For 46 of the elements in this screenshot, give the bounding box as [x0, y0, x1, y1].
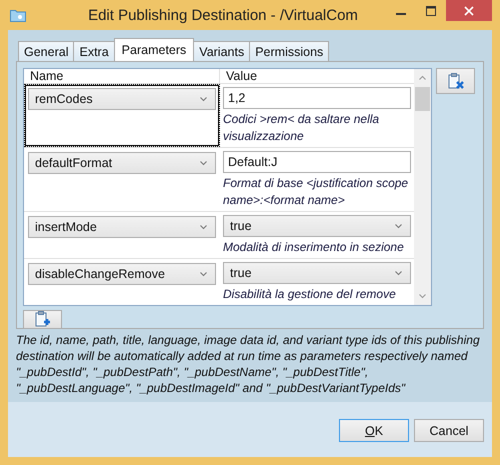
parameters-note: The id, name, path, title, language, image data id, and variant type ids of this publishing destination will be automatically added at run time as parameters respectively named "_pubDestId", "_pubDestPath", "_pubDestName", "_pubDestTitle", "_pubDestLanguage", "_pubDestImageId" and "_pubDestVariantTypeIds" [16, 332, 481, 396]
close-button[interactable] [446, 0, 492, 21]
scroll-up-icon[interactable] [419, 75, 426, 80]
folder-icon [10, 9, 26, 22]
scroll-down-icon[interactable] [419, 294, 426, 299]
chevron-icon [200, 160, 207, 166]
grid-cell[interactable]: defaultFormat [24, 148, 220, 211]
scroll-thumb[interactable] [415, 87, 430, 111]
scrollbar[interactable] [414, 69, 431, 305]
dialog-button[interactable]: OK [339, 419, 409, 442]
maximize-icon [426, 6, 436, 16]
close-icon [464, 6, 474, 16]
grid-cell[interactable]: insertMode [24, 212, 220, 258]
chevron-icon [200, 224, 207, 230]
value-field[interactable]: Default:J [223, 151, 411, 173]
grid-cell[interactable]: disableChangeRemove [24, 259, 220, 305]
tab[interactable]: General [18, 41, 74, 61]
remove-parameter-button[interactable] [436, 68, 475, 94]
chevron-icon [395, 270, 402, 276]
name-dropdown[interactable]: remCodes [28, 88, 216, 110]
tab[interactable]: Variants [193, 41, 250, 61]
window-title: Edit Publishing Destination - /VirtualCom [87, 7, 359, 24]
name-dropdown[interactable]: defaultFormat [28, 152, 216, 174]
value-dropdown[interactable]: true [223, 262, 411, 284]
clipboard-add-icon [34, 311, 50, 328]
chevron-icon [395, 224, 402, 228]
parameter-description: Disabilità la gestione del remove [223, 286, 397, 303]
chevron-icon [200, 272, 207, 276]
grid-cell[interactable]: remCodes [24, 84, 220, 147]
value-dropdown[interactable]: true [223, 215, 411, 237]
column-header: Value [225, 69, 258, 83]
chevron-icon [200, 96, 207, 102]
tab[interactable]: Extra [73, 41, 115, 61]
add-parameter-button[interactable] [23, 310, 62, 329]
parameter-description: Codici >rem< da saltare nella visualizzazione [223, 111, 380, 145]
tab[interactable]: Permissions [249, 41, 330, 61]
column-header: Name [24, 69, 220, 83]
parameter-description: Modalità di inserimento in sezione [223, 239, 405, 256]
value-field[interactable]: 1,2 [223, 87, 411, 109]
parameter-description: Format di base <justification scope name>:<format name> [223, 175, 410, 209]
dialog-button[interactable]: Cancel [414, 419, 484, 442]
name-dropdown[interactable]: insertMode [28, 216, 216, 238]
minimize-icon [396, 12, 406, 14]
tab[interactable]: Parameters [114, 38, 194, 61]
name-dropdown[interactable]: disableChangeRemove [28, 263, 216, 285]
clipboard-remove-icon [448, 72, 464, 90]
